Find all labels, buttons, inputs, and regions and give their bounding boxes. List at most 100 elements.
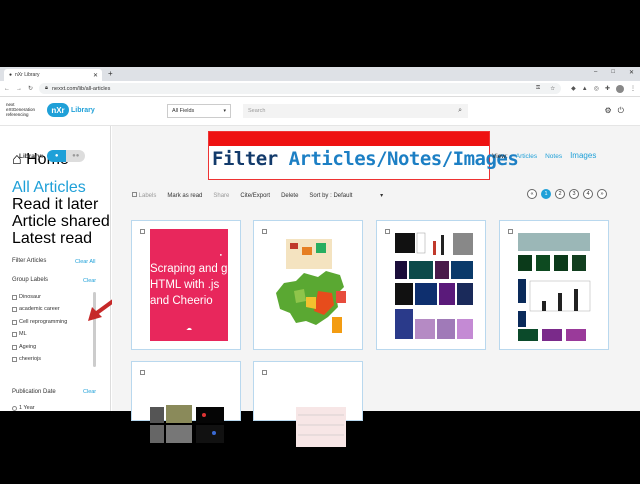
back-icon[interactable]: ← [4,86,10,92]
checkbox-box[interactable] [12,356,17,362]
reload-icon[interactable]: ↻ [28,85,33,92]
view-images[interactable]: Images [570,151,596,160]
sort-value: Default [333,193,353,199]
slide-dot: ● [219,252,222,257]
image-card[interactable] [253,361,363,447]
image-card[interactable] [499,220,609,350]
search-placeholder: Search [248,108,266,114]
card-checkbox[interactable] [140,229,145,234]
group-library-button[interactable]: ●● [66,150,86,162]
delete-button[interactable]: Delete [281,193,298,199]
labels-button[interactable]: Labels [132,192,156,199]
url-field[interactable]: 🔒︎ nexxt.com/lib/all-articles ⚿ ☆ [39,83,562,94]
clear-labels-link[interactable]: Clear [83,278,96,284]
brand-tagline: next eXtGeneration referencing [6,102,35,117]
label-text: ML [19,331,27,337]
profile-avatar[interactable] [616,84,624,93]
browser-tab[interactable]: ● nXr Library ✕ [4,69,102,81]
clear-date-link[interactable]: Clear [83,389,96,395]
puzzle-icon[interactable]: ✚ [605,85,610,92]
search-icon[interactable]: ⌕ [458,107,462,115]
page-button[interactable]: 1 [541,189,551,199]
label-text: academic career [19,306,60,312]
view-switcher: View: Articles Notes Images [492,151,596,160]
app-logo[interactable]: nXr Library [47,103,95,117]
tab-title: nXr Library [15,72,40,78]
publication-date-title: Publication Date [12,389,56,395]
minimize-icon[interactable]: – [594,69,597,76]
tab-favicon-icon: ● [9,72,13,78]
key-icon[interactable]: ⚿ [536,85,540,92]
thumbnail-figure [518,233,591,341]
logo-mark: nXr [47,103,69,117]
label-text: Ageing [19,344,37,350]
label-checkbox[interactable]: academic career [12,306,60,312]
maximize-icon[interactable]: □ [611,69,615,76]
checkbox-box[interactable] [12,306,17,312]
sidebar-item-read-later[interactable]: Read it later [12,196,98,214]
url-text: nexxt.com/lib/all-articles [51,85,111,92]
brand-line: referencing [6,112,29,117]
toolbar: Labels Mark as read Share Cite/Export De… [132,192,383,199]
extension-icon[interactable]: ◆ [571,85,576,92]
thumbnail-figure [150,405,224,443]
label-checkbox[interactable]: cheeriojs [12,356,41,362]
prev-page-icon[interactable]: « [527,189,537,199]
checkbox-box[interactable] [12,294,17,300]
date-option[interactable]: 1 Year [12,405,35,411]
new-tab-icon[interactable]: + [108,69,113,78]
checkbox-box[interactable] [12,319,17,325]
filter-articles-title: Filter Articles [12,258,47,264]
power-icon[interactable]: ⏻ [618,106,624,116]
view-articles[interactable]: Articles [516,153,537,160]
extension-icon[interactable]: ◎ [594,85,599,92]
slide-text: Scraping and g HTML with .js and Cheerio [150,263,228,307]
view-notes[interactable]: Notes [545,153,562,160]
sort-select[interactable]: Sort by : Default ▾ [309,192,383,199]
thumbnail-figure [395,232,473,339]
label-checkbox[interactable]: ML [12,331,27,337]
group-labels-title: Group Labels [12,277,49,283]
sidebar-item-all-articles[interactable]: All Articles [12,179,86,197]
close-window-icon[interactable]: ✕ [629,69,634,76]
close-tab-icon[interactable]: ✕ [93,72,98,79]
chevron-down-icon: ▾ [223,108,226,114]
select-all-checkbox[interactable] [132,192,137,197]
banner-part2: Articles/Notes/Images [288,148,519,170]
checkbox-box[interactable] [12,331,17,337]
image-card[interactable] [376,220,486,350]
date-option-label: 1 Year [19,405,35,411]
labels-button-label: Labels [138,193,157,199]
search-input[interactable]: Search ⌕ [243,104,468,118]
mark-read-button[interactable]: Mark as read [167,193,202,199]
thumbnail-slide: Scraping and g HTML with .js and Cheerio… [150,229,228,341]
share-button[interactable]: Share [213,193,229,199]
radio-circle[interactable] [12,405,17,411]
extension-icon[interactable]: ▲ [582,86,588,92]
page-button[interactable]: 2 [555,189,565,199]
chevron-down-icon: ▾ [380,193,384,199]
banner-text: Filter Articles/Notes/Images [209,146,519,170]
lock-icon: 🔒︎ [45,85,48,91]
next-page-icon[interactable]: » [597,189,607,199]
image-card[interactable] [253,220,363,350]
image-card[interactable]: Scraping and g HTML with .js and Cheerio… [131,220,241,350]
personal-library-button[interactable]: ● [47,150,67,162]
menu-dots-icon[interactable]: ⋮ [630,85,636,92]
checkbox-box[interactable] [12,344,17,350]
pagination: « 1 2 3 4 » [527,189,607,199]
label-checkbox[interactable]: Cell reprogramming [12,319,67,325]
field-select[interactable]: All Fields ▾ [167,104,231,118]
page-button[interactable]: 4 [583,189,593,199]
sidebar-item-latest[interactable]: Latest read [12,230,92,248]
clear-all-link[interactable]: Clear All [75,259,95,265]
page-button[interactable]: 3 [569,189,579,199]
gear-icon[interactable]: ⚙ [605,106,612,116]
library-label: Library: [19,152,44,160]
label-checkbox[interactable]: Ageing [12,344,36,350]
image-card[interactable] [131,361,241,443]
star-icon[interactable]: ☆ [550,86,555,92]
cite-export-button[interactable]: Cite/Export [240,193,270,199]
forward-icon[interactable]: → [16,86,22,92]
label-checkbox[interactable]: Dinosaur [12,294,41,300]
